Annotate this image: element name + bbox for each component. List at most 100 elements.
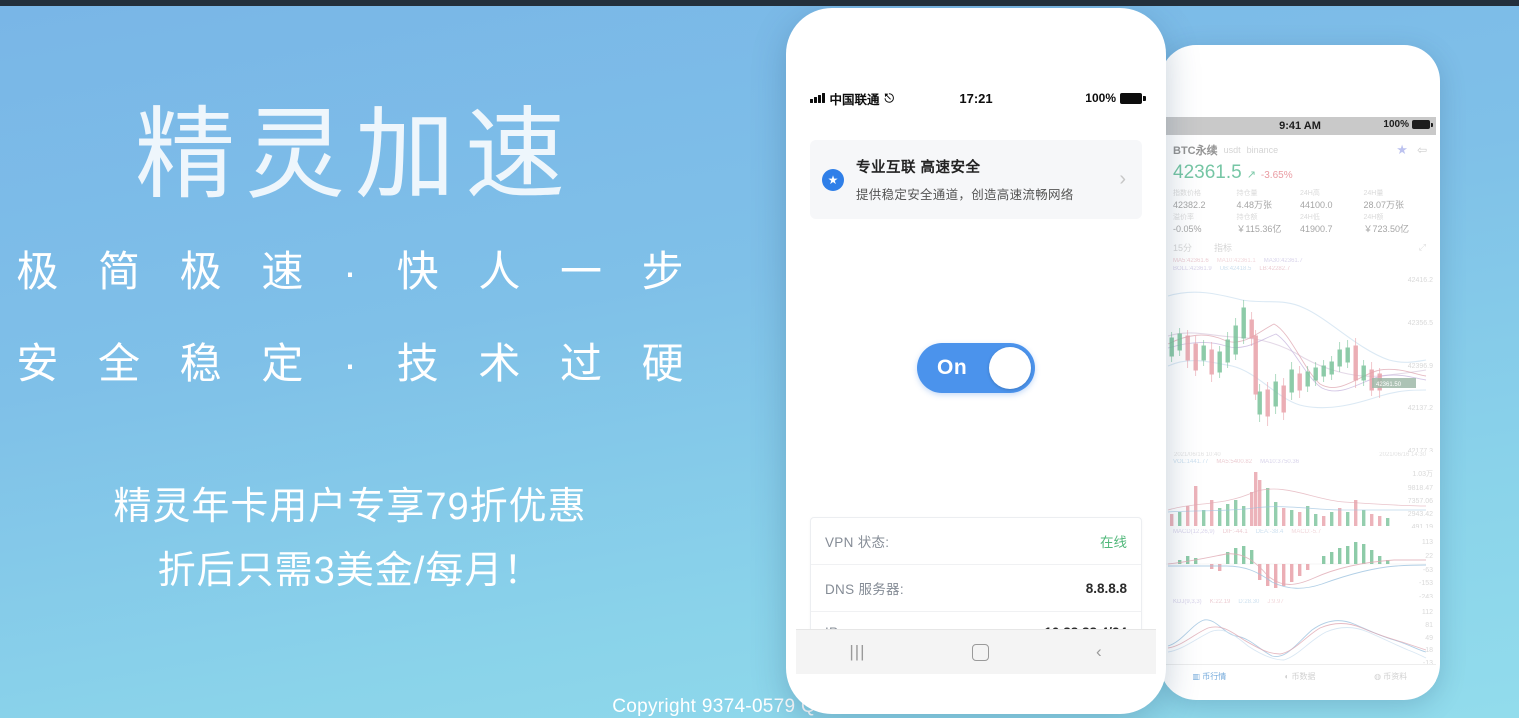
share-icon[interactable]: ⇦	[1417, 143, 1427, 157]
legend-dea: DEA:-38.4	[1255, 529, 1284, 535]
chart-toolbar: 15分 指标 ⤢	[1164, 236, 1436, 257]
y-tick: 9818.47	[1407, 485, 1433, 492]
top-dark-strip	[0, 0, 1519, 6]
macd-svg	[1164, 542, 1427, 589]
chart-stat-label: 24H量	[1363, 190, 1384, 197]
chart-stat-label: 溢价率	[1173, 214, 1194, 221]
candles	[1169, 300, 1382, 426]
kdj-y-axis: 112 81 49 18 -13	[1422, 606, 1433, 664]
y-tick: 81	[1425, 621, 1433, 629]
battery-full-icon	[1120, 92, 1146, 104]
chevron-right-icon: ›	[1119, 168, 1126, 190]
chart-header-actions: ★ ⇦	[1396, 142, 1427, 158]
chart-bottom-tabs: ▥ 币行情 ◐ 币数据 ◍ 币资料	[1164, 664, 1436, 687]
macd-legend: MACD(12,26,9) DIF:-44.1 DEA:-38.4 MACD:-…	[1164, 528, 1436, 536]
macd-y-axis: 113 22 -63 -153 -243	[1419, 536, 1433, 598]
expand-icon[interactable]: ⤢	[1419, 242, 1426, 253]
legend-vol-ma10: MA10:3750.36	[1260, 459, 1300, 465]
home-square-icon[interactable]	[972, 643, 990, 661]
main-chart-legend-boll: BOLL:42361.9 UB:42418.5 LB:42282.7	[1164, 265, 1436, 273]
chart-stats-grid: 指数价格 42382.2 持仓量 4.48万张 24H高 44100.0 24H…	[1164, 184, 1436, 236]
chart-pair-quote: usdt	[1223, 145, 1241, 155]
promo-card-text: 专业互联 高速安全 提供稳定安全通道，创造高速流畅网络	[856, 156, 1107, 203]
page-title: 精灵加速	[135, 96, 575, 213]
android-nav-bar: ||| ‹	[796, 629, 1156, 674]
main-chart-y-axis: 42416.2 42356.5 42396.9 42137.2 42177.3	[1408, 274, 1433, 452]
chart-stat-label: 24H低	[1300, 214, 1320, 221]
tab-info[interactable]: ◍ 币资料	[1345, 671, 1436, 682]
vpn-power-toggle[interactable]: On	[917, 343, 1035, 393]
back-chevron-icon[interactable]: ‹	[1096, 642, 1103, 662]
y-tick: 42137.2	[1407, 405, 1433, 413]
y-tick: 112	[1421, 609, 1433, 616]
legend-j: J:9.97	[1267, 599, 1284, 605]
legend-kdj-title: KDJ(9,3,3)	[1173, 599, 1202, 605]
star-badge-icon: ★	[822, 168, 844, 191]
chart-stats-row: 指数价格 42382.2 持仓量 4.48万张 24H高 44100.0 24H…	[1173, 188, 1427, 212]
candlestick-chart[interactable]: 42361.50 42416.2 42356.5 42396.9 42137.2…	[1164, 274, 1436, 452]
chart-header: BTC永续 usdt binance ★ ⇦	[1164, 135, 1436, 160]
vpn-toggle-area: On	[796, 219, 1156, 517]
tab-data[interactable]: ◐ 币数据	[1255, 671, 1346, 682]
chart-status-bar: 9:41 AM 100%	[1164, 117, 1436, 135]
chart-stat-cell: 24H低 41900.7	[1300, 212, 1364, 236]
kdj-panel[interactable]: 112 81 49 18 -13	[1164, 606, 1436, 664]
phone-mockup-vpn: 中国联通 ⎋ 17:21 100% ★ 专业互联 高速安全 提供稳定安全通道，创…	[786, 8, 1166, 714]
chart-price-block: 42361.5 ↗ -3.65%	[1164, 160, 1436, 184]
hero-copy: 精灵加速 极 简 极 速 · 快 人 一 步 安 全 稳 定 · 技 术 过 硬	[0, 95, 700, 399]
promo-card-title: 专业互联 高速安全	[856, 160, 981, 176]
legend-ma30: MA30:42361.7	[1263, 258, 1303, 264]
chart-pair-name: BTC永续	[1173, 145, 1218, 157]
chart-stat-value: ￥723.50亿	[1363, 224, 1410, 234]
candlestick-svg: 42361.50	[1167, 291, 1427, 426]
chart-stat-cell: 24H额 ￥723.50亿	[1364, 212, 1428, 236]
legend-boll: BOLL:42361.9	[1173, 266, 1212, 272]
legend-lb: LB:42282.7	[1259, 266, 1291, 272]
promo-line-2: 折后只需3美金/每月！	[157, 550, 543, 592]
recents-bars-icon[interactable]: |||	[849, 642, 865, 662]
promo-text: 精灵年卡用户专享79折优惠 折后只需3美金/每月！	[0, 475, 700, 603]
trend-arrow-icon: ↗	[1246, 169, 1256, 181]
info-row-dns: DNS 服务器: 8.8.8.8	[811, 565, 1141, 612]
legend-dif: DIF:-44.1	[1222, 529, 1248, 535]
chart-stat-cell: 溢价率 -0.05%	[1173, 212, 1237, 236]
chart-stat-cell: 指数价格 42382.2	[1173, 188, 1237, 212]
chart-stat-value: -0.05%	[1173, 224, 1202, 234]
hero-subtitle-line-2: 安 全 稳 定 · 技 术 过 硬	[16, 340, 698, 387]
legend-ub: UB:42418.5	[1219, 266, 1252, 272]
star-icon[interactable]: ★	[1396, 142, 1408, 158]
legend-macd: MACD:-5.7	[1291, 529, 1322, 535]
chart-battery-percent: 100%	[1383, 119, 1409, 130]
chart-last-price: 42361.5	[1173, 162, 1242, 183]
chart-stat-value: ￥115.36亿	[1236, 224, 1282, 234]
chart-stat-value: 41900.7	[1300, 224, 1333, 234]
legend-ma10: MA10:42361.1	[1216, 258, 1256, 264]
y-tick: 49	[1425, 634, 1433, 642]
promo-card[interactable]: ★ 专业互联 高速安全 提供稳定安全通道，创造高速流畅网络 ›	[810, 140, 1142, 219]
y-tick: 18	[1425, 647, 1433, 655]
chart-stat-label: 持仓量	[1236, 190, 1258, 197]
info-row-label: VPN 状态:	[825, 535, 890, 550]
indicator-selector[interactable]: 指标	[1214, 241, 1232, 254]
chart-status-right: 100%	[1383, 119, 1433, 130]
main-chart-legend: MA5:42361.6 MA10:42361.1 MA30:42361.7	[1164, 257, 1436, 265]
promo-card-description: 提供稳定安全通道，创造高速流畅网络	[856, 188, 1074, 202]
chart-stat-value: 28.07万张	[1363, 200, 1405, 210]
info-row-value: 8.8.8.8	[1085, 580, 1127, 596]
period-selector[interactable]: 15分	[1173, 241, 1192, 254]
tab-market[interactable]: ▥ 币行情	[1164, 671, 1255, 682]
status-time: 17:21	[959, 90, 993, 106]
volume-panel[interactable]: 1.03万 9818.47 7357.06 2943.42 491.19	[1164, 466, 1436, 528]
svg-text:42361.50: 42361.50	[1376, 382, 1402, 388]
y-tick: 42356.5	[1407, 319, 1433, 327]
y-tick: -63	[1422, 566, 1433, 574]
y-tick: 113	[1421, 539, 1433, 546]
y-tick: 7357.06	[1407, 498, 1433, 505]
tab-market-label: 币行情	[1202, 671, 1227, 681]
tab-data-label: 币数据	[1291, 671, 1316, 681]
toggle-knob[interactable]	[989, 347, 1031, 389]
macd-panel[interactable]: 113 22 -63 -153 -243	[1164, 536, 1436, 598]
legend-vol-ma5: MA5:5400.82	[1216, 459, 1253, 465]
info-row-label: DNS 服务器:	[825, 582, 904, 597]
chart-stat-cell: 持仓额 ￥115.36亿	[1237, 212, 1301, 236]
